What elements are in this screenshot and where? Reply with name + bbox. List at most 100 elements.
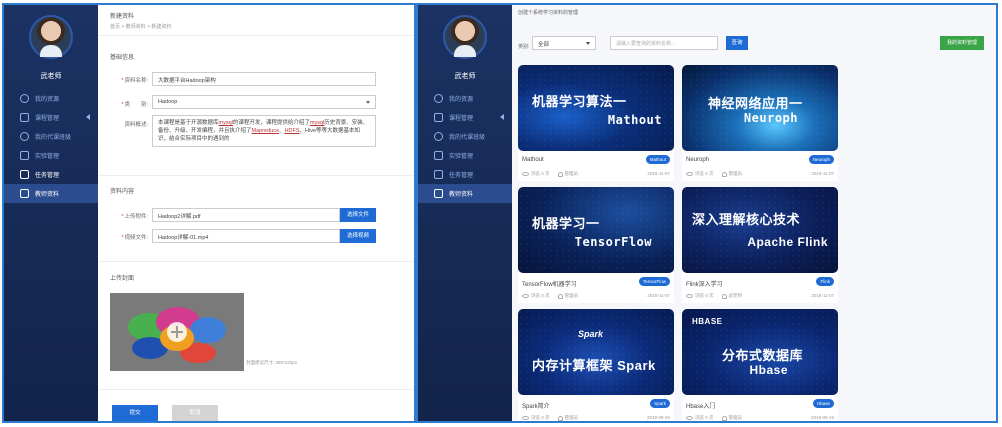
card-tag: Mathout [645, 155, 670, 164]
user-icon [721, 415, 727, 421]
sidebar-item-experiments[interactable]: 实验管理 [418, 146, 512, 165]
name-input[interactable]: 大数据平台Hadoop架构 [152, 72, 376, 86]
sidebar-item-teacher-materials[interactable]: 教师资料 [418, 184, 512, 203]
task-icon [20, 170, 29, 179]
eye-icon [686, 294, 693, 298]
folder-icon [20, 189, 29, 198]
card-tag: Spark [650, 399, 670, 408]
sidebar-item-course[interactable]: 课程管理 [4, 108, 98, 127]
material-card[interactable]: 机器学习一 TensorFlow TensorFlow机器学习 TensorFl… [518, 187, 674, 303]
username: 武老师 [454, 73, 476, 80]
sidebar-item-tasks[interactable]: 任务管理 [4, 165, 98, 184]
filter-label: 类别: [518, 44, 530, 50]
card-meta: 浏览 0 次武老师 [686, 293, 742, 299]
card-meta: 浏览 0 次管理员 [522, 293, 578, 299]
sidebar-item-my-resources[interactable]: 我的资源 [418, 89, 512, 108]
cover-hint: 封面建议尺寸: 380*220px [246, 360, 298, 365]
sidebar-item-my-resources[interactable]: 我的资源 [4, 89, 98, 108]
card-meta: 浏览 0 次管理员 [522, 171, 578, 177]
upload-label: *上传附件: [121, 214, 148, 220]
material-card[interactable]: 神经网络应用一 Neuroph Neuroph Neuroph 浏览 0 次管理… [682, 65, 838, 181]
card-date: 2018-09-15 [810, 415, 834, 420]
page-title: 新建资料 [110, 14, 135, 20]
sidebar-item-teacher-materials[interactable]: 教师资料 [4, 184, 98, 203]
sidebar-item-course[interactable]: 课程管理 [418, 108, 512, 127]
user-icon [557, 415, 563, 421]
card-cover-image[interactable]: 机器学习一 TensorFlow [518, 187, 674, 273]
upload-file-input[interactable]: Hadoop2详解.pdf [152, 208, 340, 222]
main-content: 新建资料 首页 > 教师资料 > 新建资料 基础信息 *资料名称: 大数据平台H… [98, 5, 414, 421]
submit-button[interactable]: 提交 [112, 405, 158, 421]
search-input[interactable]: 请输入要查询的资料名称... [610, 36, 718, 50]
desc-textarea[interactable]: 本课程是基于开源数据库mysql的课程开发，课程提供给介绍了mysql历史背景、… [152, 115, 376, 147]
cover-upload-area[interactable] [110, 293, 244, 371]
calendar-icon [20, 113, 29, 122]
video-label: *视频文件: [121, 235, 148, 241]
type-select[interactable]: Hadoop [152, 95, 376, 109]
section-basic-info: 基础信息 [110, 55, 135, 61]
sidebar-item-classes[interactable]: 我的代课班级 [418, 127, 512, 146]
card-cover-image[interactable]: 神经网络应用一 Neuroph [682, 65, 838, 151]
divider [98, 175, 414, 176]
left-screenshot-panel: 武老师 我的资源 课程管理 我的代课班级 实验管理 任务管理 教师资料 新建资料… [2, 3, 416, 423]
my-materials-button[interactable]: 我的资料管理 [940, 36, 984, 50]
eye-icon [686, 172, 693, 176]
card-date: 2018-11-07 [811, 293, 834, 298]
choose-file-button[interactable]: 选择文件 [340, 208, 376, 222]
gauge-icon [434, 94, 443, 103]
sidebar-item-tasks[interactable]: 任务管理 [418, 165, 512, 184]
card-title[interactable]: TensorFlow机器学习 [522, 279, 577, 288]
chevron-left-icon [500, 114, 504, 120]
username: 武老师 [40, 73, 62, 80]
sidebar-nav: 我的资源 课程管理 我的代课班级 实验管理 任务管理 教师资料 [4, 89, 98, 203]
card-tag: Hbase [812, 399, 834, 408]
card-title[interactable]: Neuroph [686, 157, 709, 163]
card-title[interactable]: Flink深入学习 [686, 279, 723, 288]
material-card[interactable]: 深入理解核心技术 Apache Flink Flink深入学习 Flink 浏览… [682, 187, 838, 303]
choose-video-button[interactable]: 选择视频 [340, 229, 376, 243]
card-title[interactable]: Hbase入门 [686, 401, 715, 410]
user-icon [557, 171, 563, 177]
eye-icon [522, 416, 529, 420]
material-card[interactable]: 机器学习算法一 Mathout Mathout Mathout 浏览 0 次管理… [518, 65, 674, 181]
divider [98, 389, 414, 390]
main-content: 创建个系统学习资料的管理 类别: 全部 请输入要查询的资料名称... 查询 我的… [512, 5, 996, 421]
calendar-icon [434, 113, 443, 122]
folder-icon [434, 189, 443, 198]
breadcrumb: 首页 > 教师资料 > 新建资料 [110, 24, 172, 30]
card-date: 2018-11-07 [811, 171, 834, 176]
material-card[interactable]: HBASE 分布式数据库 Hbase Hbase入门 Hbase 浏览 0 次管… [682, 309, 838, 421]
search-button[interactable]: 查询 [726, 36, 748, 50]
plus-icon[interactable] [167, 322, 187, 342]
chevron-left-icon [86, 114, 90, 120]
material-card[interactable]: Spark 内存计算框架 Spark Spark简介 Spark 浏览 0 次管… [518, 309, 674, 421]
video-file-input[interactable]: Hadoop详解-01.mp4 [152, 229, 340, 243]
sidebar: 武老师 我的资源 课程管理 我的代课班级 实验管理 任务管理 教师资料 [418, 5, 512, 421]
sidebar-item-classes[interactable]: 我的代课班级 [4, 127, 98, 146]
cancel-button[interactable]: 取消 [172, 405, 218, 421]
users-icon [20, 132, 29, 141]
eye-icon [686, 416, 693, 420]
user-icon [721, 293, 727, 299]
eye-icon [522, 172, 529, 176]
task-icon [434, 170, 443, 179]
card-date: 2018-11-07 [647, 171, 670, 176]
category-select[interactable]: 全部 [532, 36, 596, 50]
card-cover-image[interactable]: Spark 内存计算框架 Spark [518, 309, 674, 395]
sidebar-nav: 我的资源 课程管理 我的代课班级 实验管理 任务管理 教师资料 [418, 89, 512, 203]
card-meta: 浏览 0 次管理员 [686, 171, 742, 177]
sidebar: 武老师 我的资源 课程管理 我的代课班级 实验管理 任务管理 教师资料 [4, 5, 98, 421]
desc-label: 资料概述: [124, 122, 148, 128]
card-cover-image[interactable]: 机器学习算法一 Mathout [518, 65, 674, 151]
card-title[interactable]: Spark简介 [522, 401, 550, 410]
divider [98, 261, 414, 262]
section-content: 资料内容 [110, 189, 135, 195]
avatar[interactable] [29, 15, 73, 59]
sidebar-item-experiments[interactable]: 实验管理 [4, 146, 98, 165]
card-cover-image[interactable]: HBASE 分布式数据库 Hbase [682, 309, 838, 395]
hbase-logo: HBASE [692, 317, 723, 326]
card-cover-image[interactable]: 深入理解核心技术 Apache Flink [682, 187, 838, 273]
card-title[interactable]: Mathout [522, 157, 544, 163]
name-label: *资料名称: [121, 78, 148, 84]
avatar[interactable] [443, 15, 487, 59]
